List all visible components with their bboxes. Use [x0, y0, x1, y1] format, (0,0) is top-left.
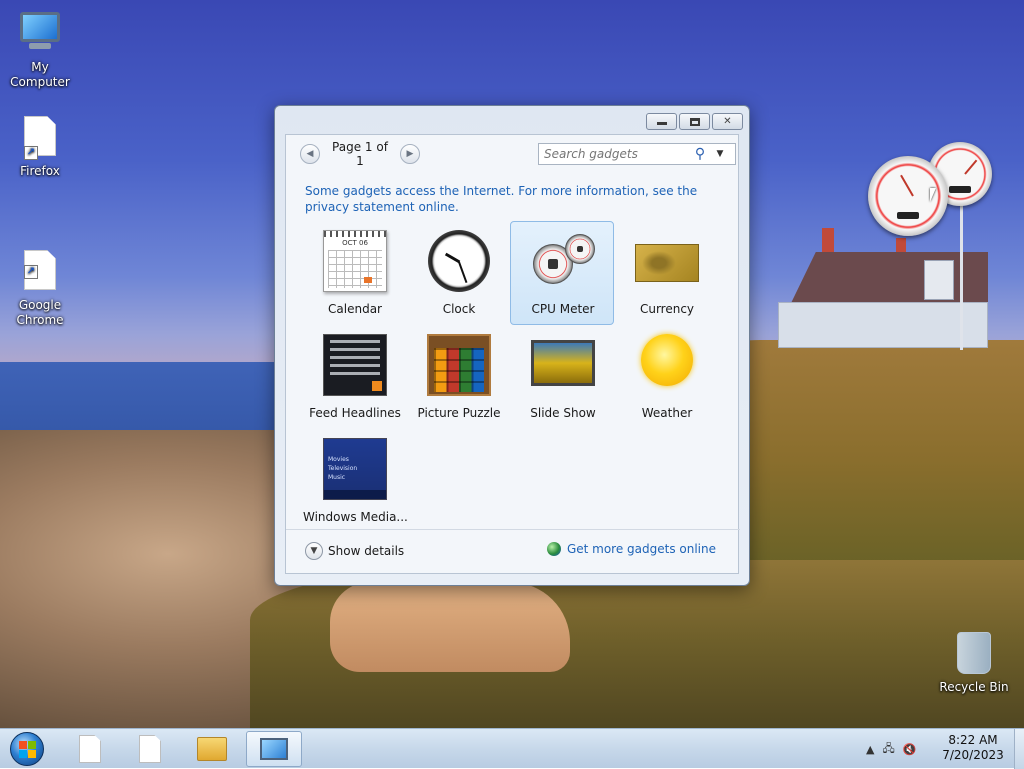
gadget-label: Slide Show	[530, 406, 596, 420]
wmc-menu-item: Television	[328, 465, 358, 472]
gadgets-icon	[260, 738, 288, 760]
slide-show-icon	[531, 340, 595, 386]
desktop-icon-label: Firefox	[20, 164, 60, 178]
privacy-notice-link[interactable]: Some gadgets access the Internet. For mo…	[305, 183, 725, 215]
desktop-icon-google-chrome[interactable]: ↗ Google Chrome	[0, 220, 80, 328]
mouse-cursor-icon	[930, 188, 936, 202]
show-details-label: Show details	[328, 544, 405, 558]
taskbar-item-explorer[interactable]	[184, 731, 240, 767]
gadget-label: Weather	[641, 406, 693, 420]
gadget-picture-puzzle[interactable]: Picture Puzzle	[406, 325, 510, 429]
minimize-icon	[656, 122, 667, 125]
file-shortcut-icon: ↗	[20, 235, 60, 290]
wallpaper-flagpole	[960, 200, 963, 350]
wmc-menu-item: Music	[328, 474, 346, 481]
get-more-gadgets-link[interactable]: Get more gadgets online	[546, 542, 716, 556]
search-icon: ⚲	[694, 146, 706, 162]
network-icon[interactable]: 🖧	[882, 740, 894, 759]
gadget-label: Clock	[442, 302, 476, 316]
gadget-cpu-meter[interactable]: CPU Meter	[510, 221, 614, 325]
close-icon: ✕	[723, 116, 732, 127]
desktop-icon-label: My Computer	[10, 60, 70, 89]
search-input[interactable]	[539, 146, 689, 162]
desktop-icon-recycle-bin[interactable]: Recycle Bin	[934, 632, 1014, 695]
desktop-icon-label: Recycle Bin	[939, 680, 1009, 694]
rss-icon	[372, 381, 382, 391]
file-icon	[79, 735, 101, 763]
desktop-icon-my-computer[interactable]: My Computer	[0, 8, 80, 90]
show-desktop-button[interactable]	[1014, 729, 1024, 769]
show-hidden-icons-button[interactable]: ▲	[866, 743, 874, 756]
close-button[interactable]: ✕	[712, 113, 743, 130]
page-navigator: ◀ Page 1 of 1 ▶	[300, 140, 420, 168]
gallery-footer: ▼ Show details Get more gadgets online	[286, 529, 740, 575]
gadget-label: CPU Meter	[531, 302, 595, 316]
calendar-icon: OCT 06	[323, 230, 387, 292]
file-icon	[139, 735, 161, 763]
computer-icon	[20, 12, 60, 56]
next-page-button[interactable]: ▶	[400, 144, 420, 164]
taskbar: ▲ 🖧 🔇 8:22 AM 7/20/2023	[0, 728, 1024, 769]
gadget-label: Calendar	[328, 302, 382, 316]
gadget-windows-media-center[interactable]: Movies Television Music Windows Media...	[302, 429, 407, 533]
get-more-gadgets-label: Get more gadgets online	[566, 542, 716, 556]
gadget-label: Windows Media...	[303, 510, 407, 524]
currency-icon	[635, 244, 699, 282]
previous-page-button[interactable]: ◀	[300, 144, 320, 164]
start-button[interactable]	[4, 730, 50, 768]
windows-logo-icon	[10, 732, 44, 766]
chevron-left-icon: ◀	[306, 149, 314, 159]
weather-sun-icon	[641, 334, 693, 386]
show-details-button[interactable]: ▼ Show details	[305, 542, 404, 560]
taskbar-item-file-1[interactable]	[62, 731, 118, 767]
clock-date: 7/20/2023	[942, 748, 1004, 762]
gadget-weather[interactable]: Weather	[614, 325, 718, 429]
windows-media-center-icon: Movies Television Music	[323, 438, 387, 500]
file-shortcut-icon: ↗	[20, 116, 60, 160]
search-box: ⚲ ▼	[538, 143, 736, 165]
feed-headlines-icon	[323, 334, 387, 396]
taskbar-item-gadgets[interactable]	[246, 731, 302, 767]
volume-muted-icon[interactable]: 🔇	[903, 743, 917, 756]
window-caption-buttons: ✕	[646, 113, 743, 130]
chevron-down-icon: ▼	[305, 542, 323, 560]
minimize-button[interactable]	[646, 113, 677, 130]
gadget-clock[interactable]: Clock	[406, 221, 510, 325]
wmc-menu-item: Movies	[328, 456, 349, 463]
clock-icon	[428, 230, 490, 292]
restore-button[interactable]	[679, 113, 710, 130]
chevron-right-icon: ▶	[406, 149, 414, 159]
picture-puzzle-icon	[427, 334, 491, 396]
gadget-calendar[interactable]: OCT 06 Calendar	[302, 221, 406, 325]
gadget-slide-show[interactable]: Slide Show	[510, 325, 614, 429]
gadget-label: Picture Puzzle	[417, 406, 501, 420]
calendar-month-label: OCT 06	[342, 239, 368, 247]
gadget-gallery-window: ✕ ◀ Page 1 of 1 ▶ ⚲ ▼ Some gadgets acces…	[274, 105, 750, 586]
taskbar-clock[interactable]: 8:22 AM 7/20/2023	[940, 733, 1006, 763]
taskbar-item-file-2[interactable]	[122, 731, 178, 767]
chevron-down-icon: ▼	[716, 149, 724, 159]
page-indicator: Page 1 of 1	[332, 140, 388, 168]
gadget-label: Feed Headlines	[309, 406, 401, 420]
cpu-meter-icon	[531, 230, 595, 292]
gadget-gallery-content: ◀ Page 1 of 1 ▶ ⚲ ▼ Some gadgets access …	[285, 134, 740, 575]
folder-icon	[197, 737, 227, 761]
clock-time: 8:22 AM	[948, 733, 998, 747]
gadget-grid: OCT 06 Calendar Clock CPU Meter Currency	[302, 221, 718, 533]
search-dropdown-button[interactable]: ▼	[711, 144, 729, 164]
wallpaper-house	[778, 228, 988, 348]
system-tray: ▲ 🖧 🔇	[866, 729, 916, 769]
gadget-currency[interactable]: Currency	[614, 221, 718, 325]
recycle-bin-icon	[954, 632, 994, 676]
gadget-feed-headlines[interactable]: Feed Headlines	[302, 325, 406, 429]
globe-icon	[546, 542, 561, 556]
wallpaper-boulder	[330, 582, 570, 672]
restore-icon	[689, 117, 700, 126]
desktop-icon-firefox[interactable]: ↗ Firefox	[0, 116, 80, 179]
gadget-label: Currency	[639, 302, 695, 316]
search-button[interactable]: ⚲	[689, 144, 711, 164]
cpu-meter-gadget-large-dial[interactable]	[868, 156, 948, 236]
